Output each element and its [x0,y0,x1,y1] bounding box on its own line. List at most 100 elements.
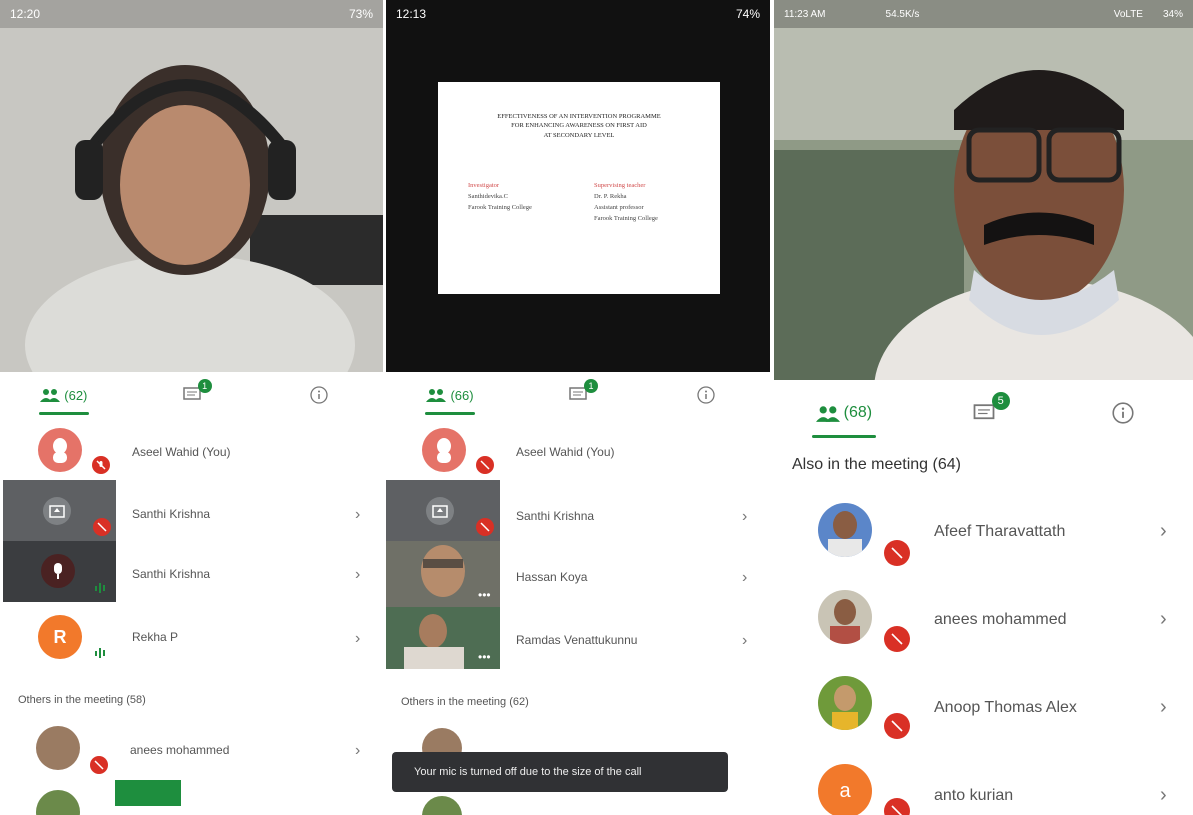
chevron-right-icon[interactable]: › [355,742,360,760]
participant-name: Anoop Thomas Alex [934,699,1077,716]
participant-name: Aseel Wahid (You) [516,445,615,459]
presenting-tile[interactable] [386,480,500,541]
green-overlay [115,780,181,806]
info-icon [697,386,715,404]
chat-badge: 5 [991,392,1010,410]
avatar [422,428,466,472]
participant-tile[interactable] [3,541,116,602]
people-count: (68) [843,404,873,421]
tab-people[interactable]: (62) [0,375,128,415]
avatar [422,796,462,815]
panel-tabs: (62) 1 [0,375,383,415]
mic-off-icon [884,626,910,652]
panel-tabs: (68) 5 [774,388,1193,438]
chevron-right-icon[interactable]: › [742,569,747,587]
section-title: Others in the meeting (62) [401,696,529,708]
speaker-video-frame [774,0,1193,380]
participant-name: Hassan Koya [516,570,588,584]
people-count: (62) [64,387,88,403]
mic-off-icon [92,456,110,474]
meet-screen-2: 12:13 74% EFFECTIVENESS OF AN INTERVENTI… [386,0,770,815]
avatar [818,676,872,730]
avatar [36,790,80,815]
tab-people[interactable]: (68) [774,388,914,438]
battery-level: 73% [348,7,373,21]
slide-line: Dr. P. Rekha [594,193,627,201]
panel-tabs: (66) 1 [386,375,770,415]
participant-name: Santhi Krishna [516,509,595,523]
meet-screen-1: 12:20 73% (62) 1 Aseel Wahid (You) Santh… [0,0,383,815]
chevron-right-icon[interactable]: › [1160,520,1167,543]
sound-bars-icon [95,648,105,658]
chevron-right-icon[interactable]: › [1160,608,1167,631]
mic-off-icon [90,756,108,774]
avatar: R [38,615,82,659]
main-video [0,0,383,372]
chevron-right-icon[interactable]: › [1160,784,1167,807]
battery-level: 74% [735,7,760,21]
chevron-right-icon[interactable]: › [355,630,360,648]
participant-name: anees mohammed [130,743,230,757]
chat-icon [973,403,994,419]
present-icon [426,497,454,525]
participant-name: Rekha P [132,630,179,644]
status-bar: 12:20 73% [0,0,383,28]
status-time: 12:13 [396,7,427,21]
network-speed: 54.5K/s [885,8,920,20]
chevron-right-icon[interactable]: › [355,506,360,524]
speaker-video-frame [0,0,383,372]
slide-investigator: Investigator Santhidevika.C Farook Train… [468,180,532,213]
slide-supervisor: Supervising teacher Dr. P. Rekha Assista… [594,180,658,224]
slide-title-line: EFFECTIVENESS OF AN INTERVENTION PROGRAM… [497,113,661,120]
tab-chat[interactable]: 5 [914,388,1054,438]
slide-label: Investigator [468,182,500,189]
participant-video-tile[interactable]: ••• [386,607,500,669]
avatar [41,554,75,588]
presenting-tile[interactable] [3,480,116,541]
tab-people[interactable]: (66) [386,375,514,415]
avatar [818,590,872,644]
active-tab-indicator [425,412,475,415]
participant-name: Santhi Krishna [132,567,211,581]
mic-off-icon [93,518,111,536]
avatar [36,726,80,770]
status-time: 12:20 [10,7,41,21]
status-bar: 11:23 AM 54.5K/s VoLTE 34% [774,0,1193,28]
participant-video-tile[interactable]: ••• [386,541,500,607]
slide-title-line: AT SECONDARY LEVEL [543,131,615,139]
people-count: (66) [450,387,474,403]
chevron-right-icon[interactable]: › [742,632,747,650]
battery-level: 34% [1162,8,1183,20]
mic-off-icon [884,540,910,566]
slide-title-line: FOR ENHANCING AWARENESS ON FIRST AID [511,122,647,130]
chevron-right-icon[interactable]: › [1160,696,1167,719]
chevron-right-icon[interactable]: › [355,566,360,584]
chevron-right-icon[interactable]: › [742,508,747,526]
participant-name: anto kurian [934,787,1014,804]
tab-info[interactable] [642,375,770,415]
status-bar: 12:13 74% [386,0,770,28]
mic-off-icon [476,518,494,536]
section-title: Others in the meeting (58) [18,694,146,706]
avatar [38,428,82,472]
people-icon [815,405,840,422]
main-video [774,0,1193,380]
tab-chat[interactable]: 1 [128,375,256,415]
section-title: Also in the meeting (64) [792,456,961,473]
mic-off-icon [884,713,910,739]
mic-off-toast: Your mic is turned off due to the size o… [392,752,728,792]
sound-bars-icon [95,583,105,593]
svg-text:•••: ••• [478,650,491,664]
presentation-slide: EFFECTIVENESS OF AN INTERVENTION PROGRAM… [438,82,720,294]
participant-name: anees mohammed [934,611,1067,628]
svg-text:•••: ••• [478,588,491,602]
chat-icon [182,387,201,400]
slide-line: Santhidevika.C [468,193,508,201]
tab-chat[interactable]: 1 [514,375,642,415]
chat-badge: 1 [584,379,598,393]
participant-name: Afeef Tharavattath [934,523,1066,540]
slide-line: Farook Training College [594,215,658,223]
tab-info[interactable] [255,375,383,415]
tab-info[interactable] [1053,388,1193,438]
slide-title: EFFECTIVENESS OF AN INTERVENTION PROGRAM… [438,112,720,140]
